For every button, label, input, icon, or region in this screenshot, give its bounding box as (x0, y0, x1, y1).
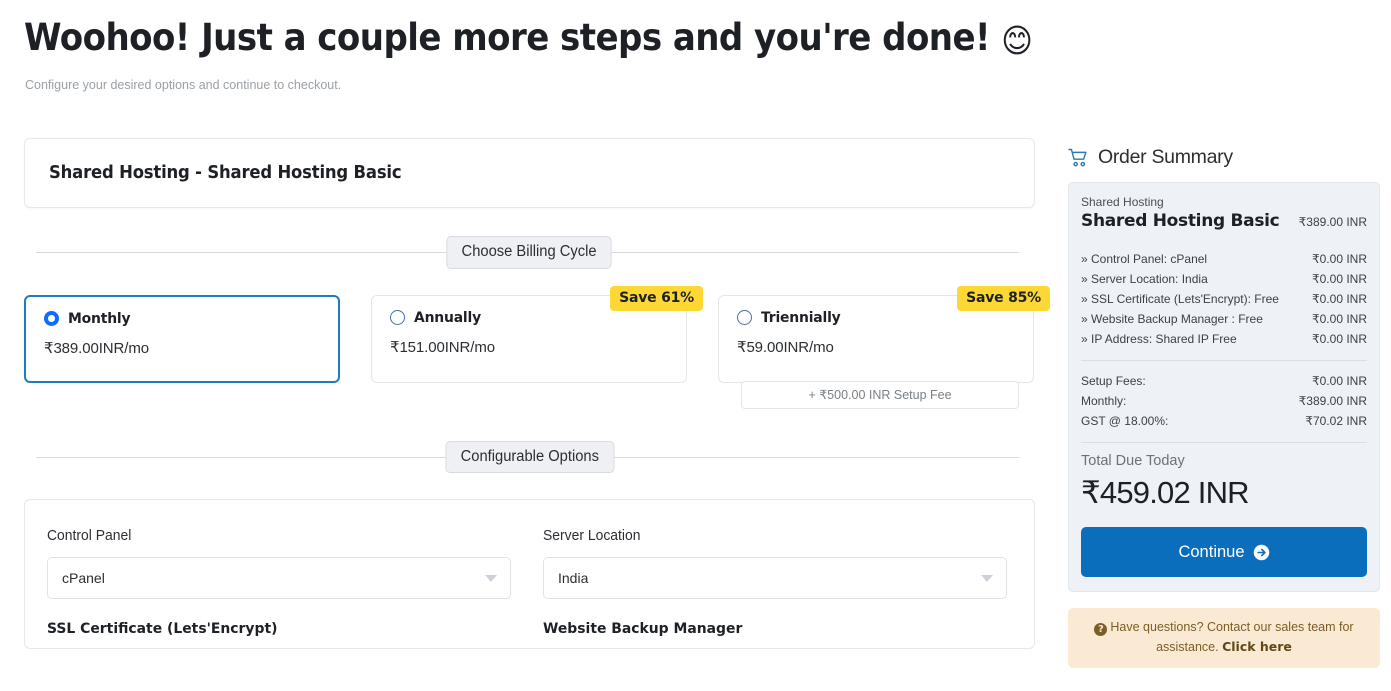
line-item-amount: ₹0.00 INR (1312, 272, 1367, 286)
option-control-panel: Control Panel cPanel (47, 528, 511, 599)
main-column: Shared Hosting - Shared Hosting Basic Ch… (24, 138, 1050, 649)
summary-total-row: Setup Fees: ₹0.00 INR (1081, 371, 1367, 391)
summary-product-name: Shared Hosting Basic (1081, 211, 1280, 231)
option-label: Website Backup Manager (543, 621, 743, 637)
line-item-name: » Website Backup Manager : Free (1081, 312, 1263, 326)
continue-button[interactable]: Continue (1081, 527, 1367, 577)
save-badge-triennially: Save 85% (957, 285, 1050, 311)
setup-fee-note: + ₹500.00 INR Setup Fee (741, 380, 1019, 409)
line-item-amount: ₹0.00 INR (1312, 312, 1367, 326)
order-summary-card: Shared Hosting Shared Hosting Basic ₹389… (1068, 182, 1380, 592)
billing-cycle-section-header: Choose Billing Cycle (24, 236, 1035, 269)
summary-product-price: ₹389.00 INR (1298, 215, 1367, 229)
summary-line-item: » IP Address: Shared IP Free ₹0.00 INR (1081, 329, 1367, 349)
product-title: Shared Hosting - Shared Hosting Basic (49, 163, 402, 183)
line-item-name: » IP Address: Shared IP Free (1081, 332, 1237, 346)
chevron-down-icon (485, 575, 497, 582)
billing-option-label: Triennially (761, 309, 841, 326)
summary-line-item: » Website Backup Manager : Free ₹0.00 IN… (1081, 309, 1367, 329)
billing-option-annually[interactable]: Annually ₹151.00INR/mo Save 61% (371, 285, 703, 383)
option-label: Server Location (543, 528, 641, 544)
total-amount: ₹70.02 INR (1305, 414, 1367, 428)
billing-option-price: ₹389.00INR/mo (44, 339, 149, 357)
divider (1081, 442, 1367, 443)
total-due-label: Total Due Today (1081, 453, 1185, 469)
divider (1081, 360, 1367, 361)
summary-line-items: » Control Panel: cPanel ₹0.00 INR » Serv… (1081, 249, 1367, 349)
page-title-text: Woohoo! Just a couple more steps and you… (24, 16, 991, 59)
save-badge-annually: Save 61% (610, 285, 703, 311)
total-label: Setup Fees: (1081, 374, 1146, 388)
billing-option-triennially[interactable]: Triennially ₹59.00INR/mo Save 85% + ₹500… (718, 285, 1050, 409)
summary-product-row: Shared Hosting Basic ₹389.00 INR (1081, 211, 1367, 231)
summary-total-row: Monthly: ₹389.00 INR (1081, 391, 1367, 411)
page-subtitle: Configure your desired options and conti… (25, 78, 342, 92)
option-label: SSL Certificate (Lets'Encrypt) (47, 621, 278, 637)
server-location-value: India (558, 570, 589, 586)
options-row-2: SSL Certificate (Lets'Encrypt) Website B… (47, 621, 1012, 648)
summary-line-item: » SSL Certificate (Lets'Encrypt): Free ₹… (1081, 289, 1367, 309)
billing-option-label: Annually (414, 309, 481, 326)
total-amount: ₹0.00 INR (1312, 374, 1367, 388)
total-due-amount: ₹459.02 INR (1081, 475, 1250, 510)
arrow-right-circle-icon (1253, 544, 1269, 560)
summary-total-row: GST @ 18.00%: ₹70.02 INR (1081, 411, 1367, 431)
billing-cycle-legend: Choose Billing Cycle (446, 236, 613, 269)
page-header: Woohoo! Just a couple more steps and you… (24, 14, 1124, 92)
order-summary-column: Order Summary Shared Hosting Shared Host… (1068, 146, 1380, 668)
help-link[interactable]: Click here (1222, 639, 1292, 654)
chevron-down-icon (981, 575, 993, 582)
configurable-options-card: Control Panel cPanel Server Location Ind… (24, 499, 1035, 649)
checkout-page: Woohoo! Just a couple more steps and you… (0, 0, 1391, 691)
billing-option-price: ₹151.00INR/mo (390, 338, 495, 356)
radio-triennially[interactable] (737, 310, 752, 325)
option-server-location: Server Location India (543, 528, 1007, 599)
option-label: Control Panel (47, 528, 132, 544)
order-summary-title: Order Summary (1098, 146, 1233, 168)
order-summary-header: Order Summary (1068, 146, 1380, 169)
line-item-name: » SSL Certificate (Lets'Encrypt): Free (1081, 292, 1279, 306)
control-panel-select[interactable]: cPanel (47, 557, 511, 599)
configurable-options-section-header: Configurable Options (24, 440, 1035, 473)
summary-line-item: » Control Panel: cPanel ₹0.00 INR (1081, 249, 1367, 269)
line-item-name: » Control Panel: cPanel (1081, 252, 1208, 266)
summary-line-item: » Server Location: India ₹0.00 INR (1081, 269, 1367, 289)
radio-monthly[interactable] (44, 311, 59, 326)
radio-annually[interactable] (390, 310, 405, 325)
billing-cycle-options: Monthly ₹389.00INR/mo Annually ₹151.00IN… (24, 285, 1050, 413)
total-label: Monthly: (1081, 394, 1127, 408)
option-ssl-certificate: SSL Certificate (Lets'Encrypt) (47, 621, 511, 648)
control-panel-value: cPanel (62, 570, 105, 586)
line-item-amount: ₹0.00 INR (1312, 252, 1367, 266)
shopping-cart-icon (1068, 148, 1087, 167)
summary-category: Shared Hosting (1081, 195, 1164, 209)
product-card: Shared Hosting - Shared Hosting Basic (24, 138, 1035, 208)
page-title: Woohoo! Just a couple more steps and you… (24, 14, 1036, 65)
help-box: ? Have questions? Contact our sales team … (1068, 608, 1380, 668)
billing-option-monthly[interactable]: Monthly ₹389.00INR/mo (24, 294, 340, 383)
continue-button-label: Continue (1178, 542, 1245, 561)
line-item-name: » Server Location: India (1081, 272, 1208, 286)
billing-option-price: ₹59.00INR/mo (737, 338, 834, 356)
line-item-amount: ₹0.00 INR (1312, 292, 1367, 306)
options-row-1: Control Panel cPanel Server Location Ind… (47, 528, 1012, 599)
smiling-face-icon: 😊 (1001, 21, 1033, 60)
server-location-select[interactable]: India (543, 557, 1007, 599)
billing-option-label: Monthly (68, 310, 131, 327)
question-mark-icon: ? (1094, 623, 1108, 636)
total-label: GST @ 18.00%: (1081, 414, 1169, 428)
configurable-options-legend: Configurable Options (445, 440, 614, 473)
line-item-amount: ₹0.00 INR (1312, 332, 1367, 346)
option-website-backup-manager: Website Backup Manager (543, 621, 1007, 648)
total-amount: ₹389.00 INR (1298, 394, 1367, 408)
